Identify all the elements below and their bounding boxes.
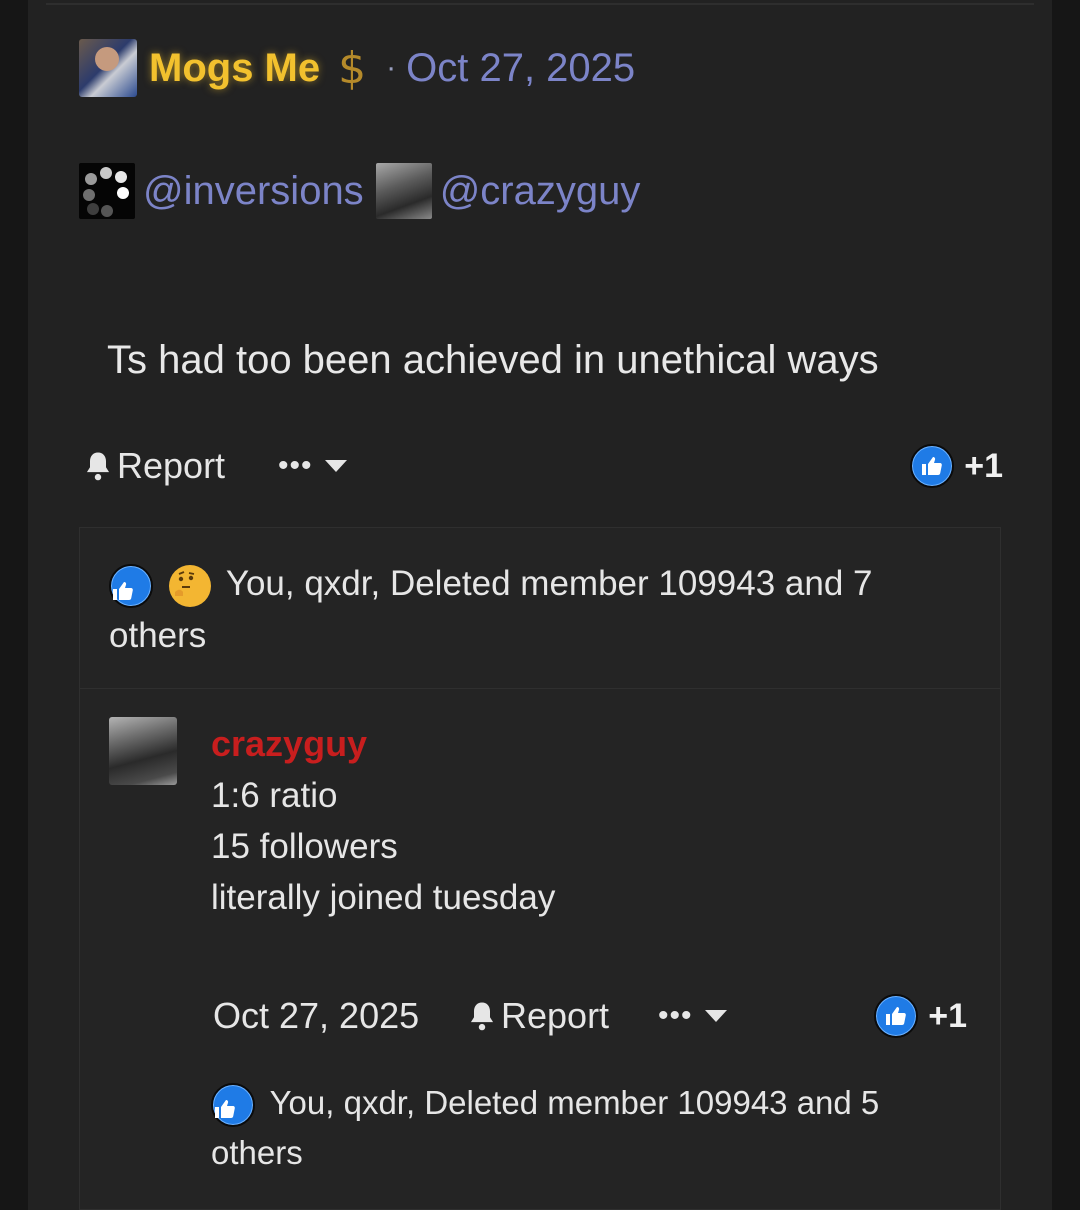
reactions-divider (80, 688, 1000, 689)
comment: crazyguy 1:6 ratio 15 followers literall… (211, 718, 971, 923)
crazyguy-mention-avatar[interactable] (375, 163, 432, 219)
comment-line: 1:6 ratio (211, 776, 338, 815)
ellipsis-icon: ••• (278, 449, 313, 482)
more-options-button[interactable]: ••• (278, 440, 347, 492)
report-label: Report (117, 445, 226, 486)
caret-down-icon (324, 460, 347, 472)
like-icon (910, 444, 955, 488)
comment-actions: Oct 27, 2025 Report ••• +1 (213, 990, 967, 1042)
like-button[interactable]: +1 (910, 440, 1003, 492)
report-label: Report (501, 995, 610, 1036)
post-header: Mogs Me $ · Oct 27, 2025 (79, 38, 635, 98)
comment-reaction-summary[interactable]: You, qxdr, Deleted member 109943 and 5 o… (211, 1078, 911, 1178)
reaction-summary-text: You, qxdr, Deleted member 109943 and 5 o… (211, 1084, 880, 1171)
comment-line: 15 followers (211, 827, 398, 866)
separator-dot: · (386, 51, 397, 84)
bell-icon (470, 1002, 494, 1031)
comment-date[interactable]: Oct 27, 2025 (213, 990, 419, 1042)
post-container: Mogs Me $ · Oct 27, 2025 @inversions @cr… (28, 0, 1052, 1210)
comment-more-options-button[interactable]: ••• (658, 990, 727, 1042)
caret-down-icon (704, 1010, 727, 1022)
top-divider (46, 3, 1034, 5)
comment-line: literally joined tuesday (211, 878, 556, 917)
mentions-row: @inversions @crazyguy (79, 162, 652, 220)
comment-like-button[interactable]: +1 (874, 990, 967, 1042)
mention-crazyguy[interactable]: @crazyguy (440, 169, 641, 214)
thinking-face-icon (168, 564, 211, 607)
reactions-panel: You, qxdr, Deleted member 109943 and 7 o… (79, 527, 1001, 1210)
post-actions: Report ••• +1 (83, 440, 1003, 492)
like-icon (874, 994, 919, 1038)
ellipsis-icon: ••• (658, 999, 693, 1032)
bell-icon (86, 452, 110, 481)
post-body: Ts had too been achieved in unethical wa… (107, 338, 879, 382)
author-avatar[interactable] (79, 39, 137, 97)
comment-author[interactable]: crazyguy (211, 718, 971, 770)
mention-inversions[interactable]: @inversions (143, 169, 364, 214)
like-count: +1 (964, 446, 1003, 485)
post-reaction-summary[interactable]: You, qxdr, Deleted member 109943 and 7 o… (109, 558, 909, 662)
like-count: +1 (928, 996, 967, 1035)
author-name[interactable]: Mogs Me (149, 46, 320, 91)
report-button[interactable]: Report (83, 440, 225, 492)
dollar-icon: $ (338, 42, 367, 94)
inversions-avatar[interactable] (79, 163, 135, 219)
post-date[interactable]: Oct 27, 2025 (406, 46, 635, 91)
comment-report-button[interactable]: Report (467, 990, 609, 1042)
comment-author-avatar[interactable] (109, 717, 177, 785)
like-icon (109, 563, 153, 608)
like-icon (211, 1083, 255, 1128)
reaction-summary-text: You, qxdr, Deleted member 109943 and 7 o… (109, 564, 873, 655)
